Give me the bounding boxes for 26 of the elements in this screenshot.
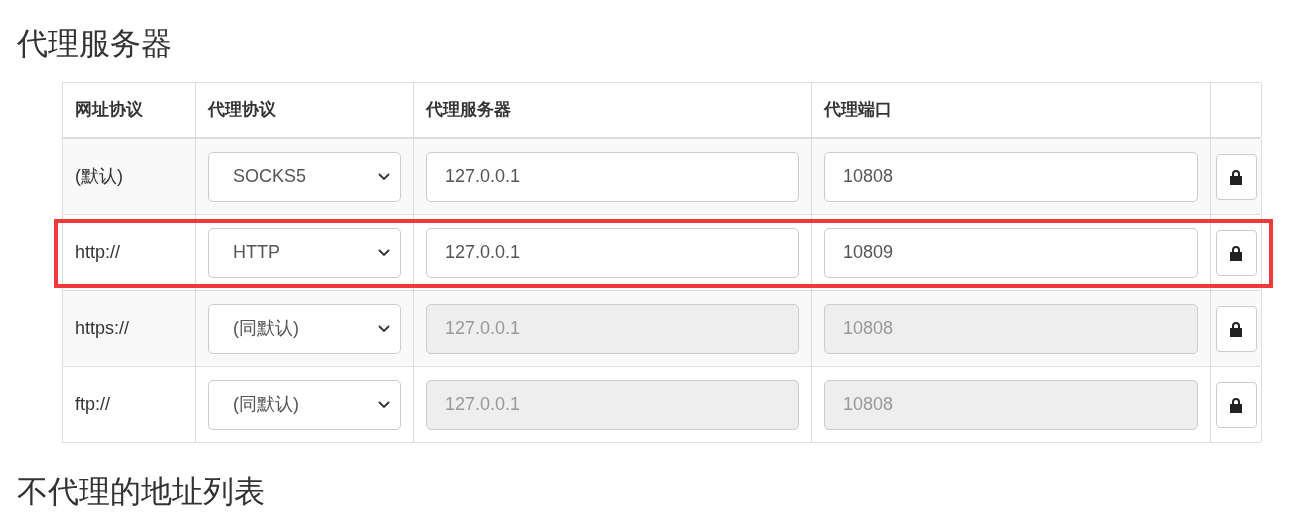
column-header: 代理端口 (824, 99, 892, 122)
lock-button[interactable] (1215, 153, 1257, 200)
column-header: 代理协议 (208, 99, 276, 122)
table-cell-text: ftp:// (75, 393, 110, 416)
lock-icon (1229, 244, 1243, 261)
lock-icon (1229, 168, 1243, 185)
section-heading: 不代理的地址列表 (17, 473, 265, 511)
table-cell-text: (默认) (75, 165, 123, 188)
table-cell-text: http:// (75, 241, 121, 264)
protocol-select[interactable]: SOCKS5 (208, 151, 401, 202)
lock-icon (1229, 320, 1243, 337)
port-field[interactable]: 10809 (824, 227, 1198, 278)
protocol-select[interactable]: HTTP (208, 227, 401, 278)
table-cell-text: https:// (75, 317, 130, 340)
column-header: 网址协议 (75, 99, 143, 122)
chevron-down-icon (378, 324, 390, 333)
chevron-down-icon (378, 172, 390, 181)
server-field[interactable]: 127.0.0.1 (426, 227, 799, 278)
lock-button[interactable] (1215, 229, 1257, 276)
lock-icon (1229, 396, 1243, 413)
column-header: 代理服务器 (426, 99, 511, 122)
chevron-down-icon (378, 400, 390, 409)
section-heading: 代理服务器 (17, 25, 172, 63)
chevron-down-icon (378, 248, 390, 257)
port-field[interactable]: 10808 (824, 151, 1198, 202)
server-field[interactable]: 127.0.0.1 (426, 151, 799, 202)
